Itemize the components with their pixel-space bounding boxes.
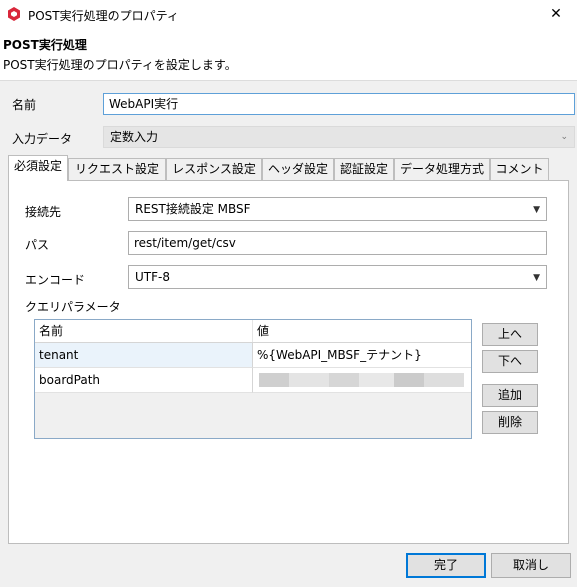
tab-response[interactable]: レスポンス設定: [166, 158, 262, 180]
window-title: POST実行処理のプロパティ: [28, 9, 179, 23]
tab-required[interactable]: 必須設定: [8, 155, 68, 181]
column-header-value[interactable]: 値: [253, 320, 471, 342]
query-params-label: クエリパラメータ: [25, 300, 121, 314]
redacted-block: [359, 373, 394, 387]
param-name-cell[interactable]: tenant: [35, 343, 253, 368]
table-row[interactable]: tenant %{WebAPI_MBSF_テナント}: [35, 343, 471, 368]
chevron-down-icon: ⌄: [560, 132, 568, 142]
redacted-block: [424, 373, 464, 387]
query-params-table[interactable]: 名前 値 tenant %{WebAPI_MBSF_テナント} boardPat…: [34, 319, 472, 439]
path-input[interactable]: rest/item/get/csv: [128, 231, 547, 255]
tab-auth[interactable]: 認証設定: [334, 158, 394, 180]
name-label: 名前: [12, 98, 37, 112]
header-title: POST実行処理: [3, 38, 87, 52]
redacted-block: [329, 373, 359, 387]
close-icon: ✕: [550, 6, 562, 22]
ok-button[interactable]: 完了: [406, 553, 486, 578]
redacted-block: [394, 373, 424, 387]
header-description: POST実行処理のプロパティを設定します。: [3, 58, 237, 72]
dialog-header: POST実行処理 POST実行処理のプロパティを設定します。: [0, 30, 577, 81]
param-name-cell[interactable]: boardPath: [35, 368, 253, 393]
input-data-value: 定数入力: [110, 130, 159, 144]
chevron-down-icon: ▼: [533, 273, 540, 283]
table-row[interactable]: boardPath: [35, 368, 471, 393]
param-value-cell[interactable]: %{WebAPI_MBSF_テナント}: [253, 343, 471, 368]
delete-button[interactable]: 削除: [482, 411, 538, 434]
title-bar: POST実行処理のプロパティ ✕: [0, 0, 577, 30]
cancel-button[interactable]: 取消し: [491, 553, 571, 578]
tab-comment[interactable]: コメント: [490, 158, 549, 180]
tab-header[interactable]: ヘッダ設定: [262, 158, 334, 180]
encode-value: UTF-8: [135, 270, 170, 284]
param-value-cell-redacted[interactable]: [253, 368, 471, 393]
column-header-name[interactable]: 名前: [35, 320, 253, 342]
chevron-down-icon: ▼: [533, 205, 540, 215]
app-icon: [8, 7, 20, 21]
connection-label: 接続先: [25, 205, 62, 219]
tab-data-processing[interactable]: データ処理方式: [394, 158, 490, 180]
connection-value: REST接続設定 MBSF: [135, 202, 251, 216]
redacted-block: [289, 373, 329, 387]
tab-request[interactable]: リクエスト設定: [68, 158, 166, 180]
add-button[interactable]: 追加: [482, 384, 538, 407]
table-header: 名前 値: [35, 320, 471, 343]
encode-select[interactable]: UTF-8 ▼: [128, 265, 547, 289]
path-label: パス: [25, 238, 50, 252]
redacted-block: [259, 373, 289, 387]
encode-label: エンコード: [25, 273, 86, 287]
input-data-label: 入力データ: [12, 132, 73, 146]
connection-select[interactable]: REST接続設定 MBSF ▼: [128, 197, 547, 221]
input-data-select[interactable]: 定数入力 ⌄: [103, 126, 575, 148]
move-down-button[interactable]: 下へ: [482, 350, 538, 373]
name-input[interactable]: WebAPI実行: [103, 93, 575, 115]
close-button[interactable]: ✕: [541, 2, 571, 26]
move-up-button[interactable]: 上へ: [482, 323, 538, 346]
